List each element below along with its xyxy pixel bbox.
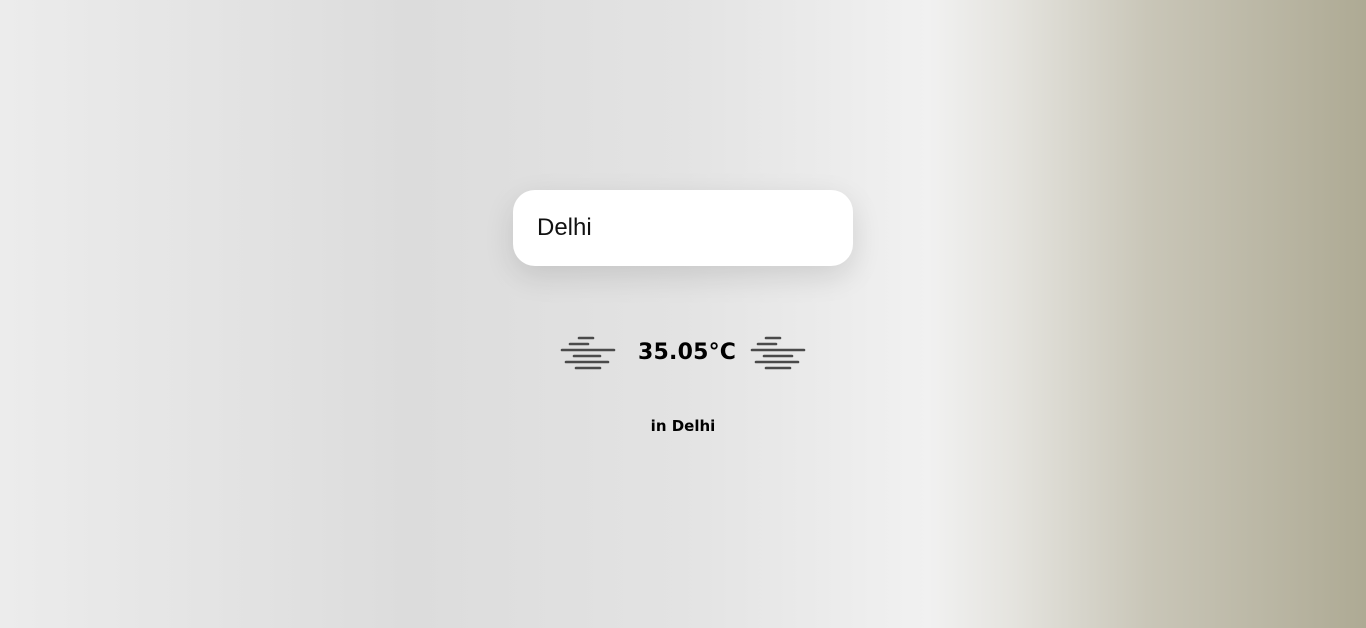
haze-icon (750, 336, 806, 370)
city-search-input[interactable] (537, 214, 853, 242)
search-box[interactable] (513, 190, 853, 266)
location-label: in Delhi (650, 417, 716, 435)
temperature-value: 35.05°C (638, 339, 737, 365)
temperature-row: 35.05°C (0, 330, 1366, 374)
haze-icon (560, 336, 616, 370)
